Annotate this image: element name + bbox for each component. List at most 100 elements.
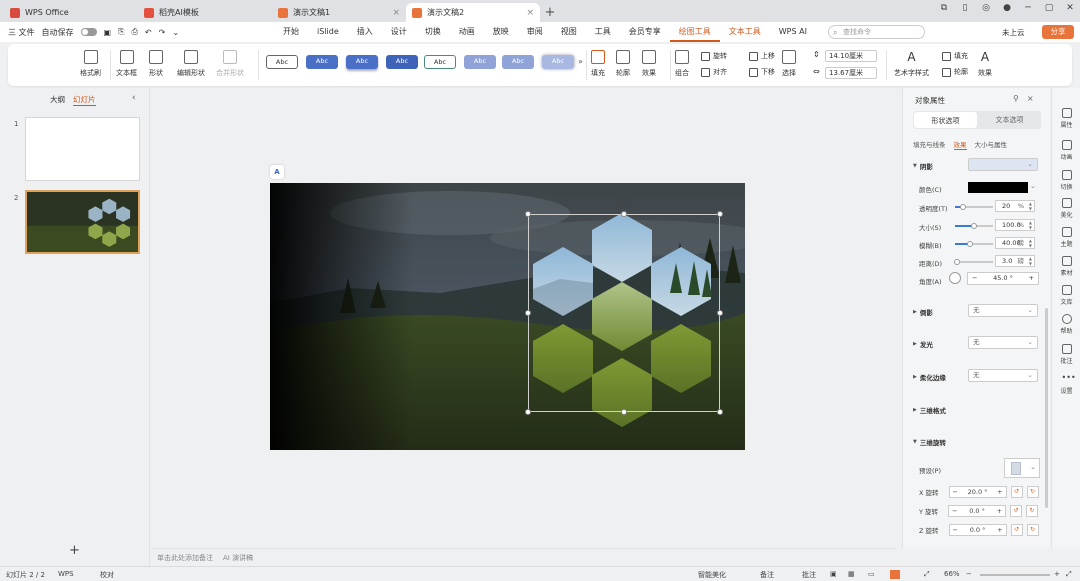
tab-tools[interactable]: 工具	[586, 22, 620, 42]
size-property-tab[interactable]: 大小与属性	[975, 139, 1008, 150]
tab-outline[interactable]: 大纲	[50, 94, 65, 106]
slide-thumbnail-1[interactable]	[25, 117, 140, 181]
tab-slides[interactable]: 幻灯片	[73, 94, 96, 106]
combine-button[interactable]: 组合	[675, 50, 689, 78]
layout-icon[interactable]: ⧉	[938, 3, 950, 13]
tab-design[interactable]: 设计	[382, 22, 416, 42]
rotate-button[interactable]: 旋转	[701, 51, 727, 61]
transparency-input[interactable]: 20% ▲ ▼	[995, 200, 1035, 212]
merge-shape-button[interactable]: 合并形状	[216, 50, 244, 78]
shape-style-1[interactable]: Abc	[266, 55, 298, 69]
tab-transition[interactable]: 切换	[416, 22, 450, 42]
rotate-handle-icon[interactable]: ↻	[619, 195, 627, 205]
fit-icon[interactable]: ⤢	[924, 570, 930, 579]
size-slider[interactable]	[955, 223, 993, 229]
rail-properties[interactable]: 属性	[1052, 108, 1080, 129]
shape-style-6[interactable]: Abc	[464, 55, 496, 69]
smart-beautify-button[interactable]: 智能美化	[698, 570, 726, 580]
normal-view-icon[interactable]: ▣	[830, 570, 837, 578]
chevron-down-icon[interactable]: ⌄	[1030, 182, 1036, 190]
fullscreen-icon[interactable]: ⤢	[1066, 570, 1072, 579]
zoom-out-icon[interactable]: −	[966, 570, 972, 578]
text-effect-button[interactable]: A 效果	[978, 50, 992, 78]
print-icon[interactable]: ⎙	[132, 27, 138, 37]
reading-view-icon[interactable]: ▭	[868, 570, 875, 578]
selection-box[interactable]	[528, 214, 720, 412]
resize-handle-e[interactable]	[717, 310, 723, 316]
rail-transition[interactable]: 切换	[1052, 170, 1080, 191]
shape-style-3[interactable]: Abc	[346, 55, 378, 69]
search-input[interactable]: ⌕ 查找命令	[828, 25, 925, 39]
3d-format-section[interactable]: ▶ 三维格式	[913, 405, 946, 415]
increase-icon[interactable]: +	[997, 525, 1002, 535]
maximize-icon[interactable]: ▢	[1043, 3, 1055, 13]
spin-arrows-icon[interactable]: ▲ ▼	[1029, 238, 1032, 248]
autosave-toggle[interactable]	[80, 28, 97, 36]
decrease-icon[interactable]: −	[952, 506, 957, 516]
ai-badge-icon[interactable]: A	[270, 165, 284, 179]
shape-style-5[interactable]: Abc	[424, 55, 456, 69]
glow-dropdown[interactable]: 无 ⌄	[968, 336, 1038, 349]
art-style-button[interactable]: A 艺术字样式	[894, 50, 929, 78]
resize-handle-se[interactable]	[717, 409, 723, 415]
reflection-section[interactable]: ▶ 倒影	[913, 307, 933, 317]
soft-edge-section[interactable]: ▶ 柔化边缘	[913, 372, 946, 382]
save-icon[interactable]: ▣	[104, 28, 112, 37]
tab-wps-ai[interactable]: WPS AI	[770, 22, 816, 42]
rail-library[interactable]: 文库	[1052, 285, 1080, 306]
resize-handle-nw[interactable]	[525, 211, 531, 217]
tab-review[interactable]: 审阅	[518, 22, 552, 42]
play-slideshow-icon[interactable]	[890, 570, 900, 579]
shadow-color-swatch[interactable]	[968, 182, 1028, 193]
collapse-icon[interactable]: ‹	[132, 93, 136, 103]
increase-icon[interactable]: +	[997, 506, 1002, 516]
tab-insert[interactable]: 插入	[348, 22, 382, 42]
select-button[interactable]: 选择	[782, 50, 796, 78]
text-options-tab[interactable]: 文本选项	[978, 111, 1041, 129]
slide-thumbnail-2[interactable]	[25, 190, 140, 254]
resize-handle-w[interactable]	[525, 310, 531, 316]
rail-beautify[interactable]: 美化	[1052, 198, 1080, 219]
edit-shape-button[interactable]: 编辑形状	[177, 50, 205, 78]
rail-animation[interactable]: 动画	[1052, 140, 1080, 161]
spin-arrows-icon[interactable]: ▲ ▼	[1029, 220, 1032, 230]
more-styles-icon[interactable]: »	[578, 57, 583, 66]
tab-drawing-tools[interactable]: 绘图工具	[669, 22, 720, 42]
rail-settings[interactable]: ••• 设置	[1052, 374, 1080, 396]
slider-knob[interactable]	[953, 259, 960, 265]
tab-islide[interactable]: iSlide	[308, 22, 348, 42]
shadow-section[interactable]: ▼ 阴影	[913, 161, 933, 171]
cloud-status[interactable]: 未上云	[1002, 27, 1025, 38]
transparency-slider[interactable]	[955, 204, 993, 210]
textbox-button[interactable]: 文本框	[116, 50, 137, 78]
rotate-right-icon[interactable]: ↻	[1026, 486, 1039, 498]
shape-style-7[interactable]: Abc	[502, 55, 534, 69]
avatar[interactable]: ●	[1001, 3, 1013, 13]
panel-scrollbar[interactable]	[1045, 308, 1048, 508]
close-icon[interactable]: ×	[526, 8, 534, 18]
notes-toggle[interactable]: 备注	[760, 570, 774, 580]
shadow-preset-dropdown[interactable]: ⌄	[968, 158, 1038, 171]
send-backward-button[interactable]: 下移	[749, 67, 775, 77]
text-outline-button[interactable]: 轮廓	[942, 67, 968, 77]
zoom-in-icon[interactable]: +	[1054, 570, 1060, 578]
close-icon[interactable]: ×	[392, 8, 400, 18]
minimize-icon[interactable]: ─	[1022, 3, 1034, 13]
resize-handle-sw[interactable]	[525, 409, 531, 415]
outline-button[interactable]: 轮廓	[616, 50, 630, 78]
zoom-slider[interactable]	[980, 574, 1050, 576]
tab-slideshow[interactable]: 放映	[484, 22, 518, 42]
more-icon[interactable]: ⌄	[172, 28, 179, 37]
rail-material[interactable]: 素材	[1052, 256, 1080, 277]
wps-status[interactable]: WPS	[58, 570, 74, 578]
y-rotation-input[interactable]: − 0.0 ° +	[948, 505, 1007, 517]
rail-comment[interactable]: 批注	[1052, 344, 1080, 365]
tab-home[interactable]: 开始	[274, 22, 308, 42]
new-tab-button[interactable]: +	[540, 3, 560, 22]
text-fill-button[interactable]: 填充	[942, 51, 968, 61]
tab-view[interactable]: 视图	[552, 22, 586, 42]
bring-forward-button[interactable]: 上移	[749, 51, 775, 61]
increase-icon[interactable]: +	[1029, 273, 1034, 284]
rotate-down-icon[interactable]: ↻	[1026, 505, 1039, 517]
decrease-icon[interactable]: −	[972, 273, 977, 284]
